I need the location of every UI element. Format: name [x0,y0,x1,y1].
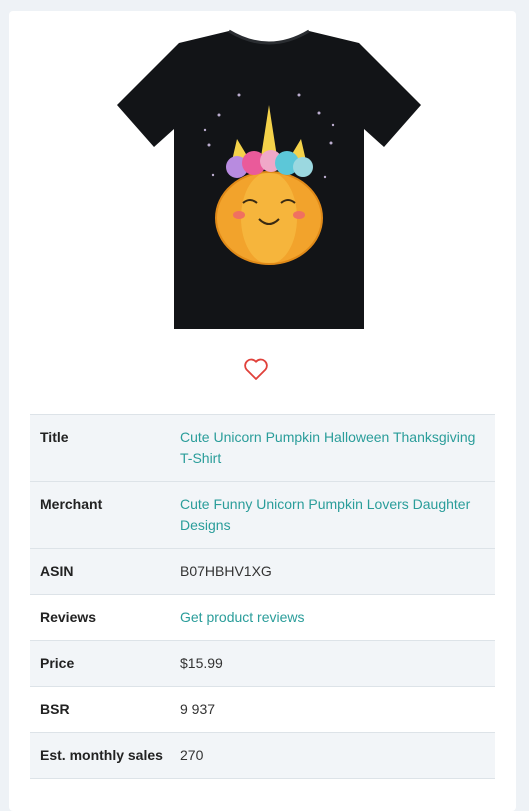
title-link[interactable]: Cute Unicorn Pumpkin Halloween Thanksgiv… [180,415,495,481]
detail-label: ASIN [40,563,74,579]
detail-label: Est. monthly sales [40,747,163,763]
detail-row-price: Price $15.99 [30,641,495,687]
product-card: Title Cute Unicorn Pumpkin Halloween Tha… [9,11,516,811]
detail-label: Reviews [40,609,97,625]
detail-row-reviews: Reviews Get product reviews [30,595,495,641]
merchant-link[interactable]: Cute Funny Unicorn Pumpkin Lovers Daught… [180,482,495,548]
monthly-sales-value: 270 [180,747,204,763]
product-image[interactable] [109,25,429,345]
price-value: $15.99 [180,655,223,671]
detail-row-monthly-sales: Est. monthly sales 270 [30,733,495,779]
heart-outline-icon[interactable] [243,357,269,381]
asin-value: B07HBHV1XG [180,563,272,579]
reviews-link[interactable]: Get product reviews [180,595,495,640]
detail-label: BSR [40,701,70,717]
bsr-value: 9 937 [180,701,216,717]
product-details-table: Title Cute Unicorn Pumpkin Halloween Tha… [30,414,495,779]
detail-row-bsr: BSR 9 937 [30,687,495,733]
detail-row-title: Title Cute Unicorn Pumpkin Halloween Tha… [30,415,495,482]
detail-row-merchant: Merchant Cute Funny Unicorn Pumpkin Love… [30,482,495,549]
detail-label: Merchant [40,496,103,512]
detail-row-asin: ASIN B07HBHV1XG [30,549,495,595]
detail-label: Title [40,429,69,445]
detail-label: Price [40,655,75,671]
